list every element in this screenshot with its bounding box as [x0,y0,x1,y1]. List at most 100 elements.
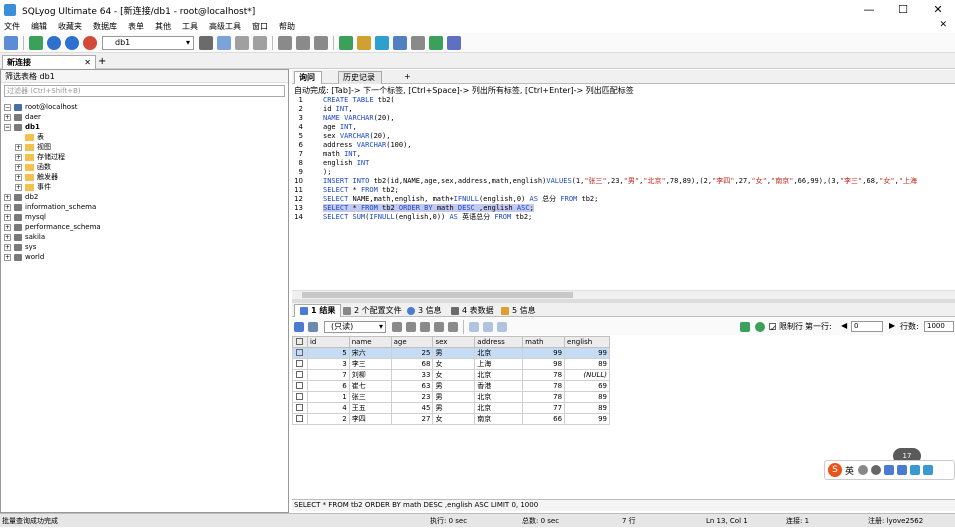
shirt-icon[interactable] [910,465,921,475]
punctuation-icon[interactable] [858,465,869,475]
maximize-button[interactable]: ☐ [886,0,920,20]
emoji-icon[interactable] [871,465,882,475]
cell[interactable]: (NULL) [564,369,610,381]
tab-table-data[interactable]: 4 表数据 [446,304,499,317]
table-row[interactable]: 5 宋六 25 男 北京 99 99 [292,347,610,359]
cell[interactable]: 68 [390,358,434,370]
cell[interactable]: 上海 [474,358,524,370]
cell[interactable]: 宋六 [348,347,392,359]
column-header[interactable]: address [474,336,524,348]
microphone-icon[interactable] [884,465,895,475]
row-checkbox[interactable] [296,382,304,389]
cell[interactable]: 66 [522,413,566,425]
backup-icon[interactable] [217,35,231,50]
cell[interactable]: 78 [522,380,566,392]
table-icon[interactable] [278,35,292,50]
add-connection-tab-icon[interactable]: + [98,56,106,67]
cell[interactable]: 女 [432,358,476,370]
limit-rows-checkbox[interactable]: ✓ [769,323,777,333]
cell[interactable]: 1 [306,391,350,403]
tree-root[interactable]: − root@localhost [4,102,77,112]
sogou-icon[interactable]: S [828,463,842,477]
ime-mode-icon[interactable]: 英 [845,464,854,477]
save-icon[interactable] [406,321,416,332]
cell[interactable]: 男 [432,402,476,414]
first-row-input[interactable]: 0 [851,321,883,332]
filter-input[interactable]: 过滤器 (Ctrl+Shift+B) [4,85,285,97]
tab-profiles[interactable]: 2 个配置文件 [338,304,407,317]
tree-db[interactable]: + information_schema [4,202,96,212]
import-icon[interactable] [235,35,249,50]
copy-icon[interactable] [392,321,402,332]
table-row[interactable]: 3 李三 68 女 上海 98 89 [292,358,610,370]
menu-help[interactable]: 帮助 [279,21,295,32]
cell[interactable]: 3 [306,358,350,370]
menu-tools[interactable]: 工具 [182,21,198,32]
scheduler-icon[interactable] [393,35,407,50]
export-icon[interactable] [253,35,267,50]
migrate-icon[interactable] [357,35,371,50]
menu-other[interactable]: 其他 [155,21,171,32]
tree-folder[interactable]: + 触发器 [15,172,58,182]
menu-table[interactable]: 表单 [128,21,144,32]
cell[interactable]: 张三 [348,391,392,403]
menu-edit[interactable]: 编辑 [31,21,47,32]
row-checkbox[interactable] [296,349,304,356]
cell[interactable]: 5 [306,347,350,359]
column-header[interactable]: math [522,336,566,348]
column-header[interactable]: english [564,336,610,348]
tree-db[interactable]: + daer [4,112,41,122]
row-checkbox[interactable] [296,404,304,411]
execute-all-icon[interactable] [65,35,79,50]
tree-db[interactable]: + world [4,252,44,262]
cell[interactable]: 89 [564,391,610,403]
query-builder-icon[interactable] [314,35,328,50]
readonly-select[interactable]: (只读) ▾ [324,320,386,333]
cell[interactable]: 23 [390,391,434,403]
edit-icon[interactable] [420,321,430,332]
ime-toolbar[interactable]: S 英 [824,460,955,480]
column-header[interactable]: age [390,336,434,348]
row-checkbox[interactable] [296,371,304,378]
select-all-checkbox[interactable] [296,338,304,345]
toolbox-icon[interactable] [923,465,934,475]
skin-icon[interactable] [897,465,908,475]
tree-folder[interactable]: + 事件 [15,182,51,192]
tab-query[interactable]: 询问 [294,71,322,84]
filter-icon[interactable] [740,322,750,332]
tree-db[interactable]: + performance_schema [4,222,101,232]
close-tab-icon[interactable]: ✕ [84,56,91,69]
sync-icon[interactable] [339,35,353,50]
menu-database[interactable]: 数据库 [93,21,117,32]
tree-folder[interactable]: + 视图 [15,142,51,152]
refresh-icon[interactable] [755,322,765,332]
cell[interactable]: 北京 [474,402,524,414]
tree-db-active[interactable]: − db1 [4,122,40,132]
cell[interactable]: 33 [390,369,434,381]
cell[interactable]: 99 [564,347,610,359]
mdi-close-icon[interactable]: ✕ [939,20,947,30]
compare-icon[interactable] [375,35,389,50]
cell[interactable]: 89 [564,402,610,414]
form-layout-icon[interactable] [483,321,493,332]
cell[interactable]: 78 [522,369,566,381]
cell[interactable]: 99 [522,347,566,359]
column-header[interactable]: id [306,336,350,348]
cell[interactable]: 6 [306,380,350,392]
cell[interactable]: 45 [390,402,434,414]
sql-editor[interactable]: 1 2 3 4 5 6 7 8 9 10 11 12 13 14 CREATE TABLE tb2( id… [292,96,955,290]
cell[interactable]: 2 [306,413,350,425]
delete-icon[interactable] [434,321,444,332]
cell[interactable]: 78 [522,391,566,403]
minimize-button[interactable]: — [852,0,886,20]
execute-query-icon[interactable] [47,35,61,50]
refresh-icon[interactable] [29,35,43,50]
add-tab-icon[interactable]: + [400,71,417,84]
tree-folder[interactable]: + 存储过程 [15,152,65,162]
tab-info[interactable]: 3 信息 [402,304,447,317]
rows-input[interactable]: 1000 [924,321,954,332]
tree-db[interactable]: + sys [4,242,36,252]
table-row[interactable]: 7 刘柳 33 女 北京 78 (NULL) [292,369,610,381]
table-row[interactable]: 2 李四 27 女 南京 66 99 [292,413,610,425]
cell[interactable]: 7 [306,369,350,381]
